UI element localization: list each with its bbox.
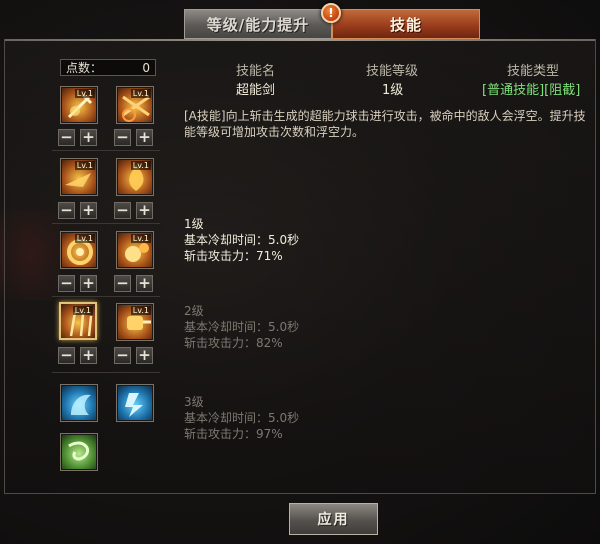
- alert-badge: !: [321, 3, 341, 23]
- whirl-icon: [68, 441, 90, 461]
- level-attack: 斩击攻击力：97%: [184, 427, 283, 441]
- skill-icon-6[interactable]: Lv.1: [116, 231, 154, 269]
- skill-icon-1[interactable]: Lv.1: [60, 86, 98, 124]
- skill-6-plus-button[interactable]: +: [136, 275, 153, 292]
- panel-divider: [5, 39, 595, 41]
- skill-8-minus-button[interactable]: −: [114, 347, 131, 364]
- skill-icon-8[interactable]: Lv.1: [116, 303, 154, 341]
- apply-button[interactable]: 应用: [289, 503, 378, 535]
- skill-name-value: 超能剑: [236, 83, 276, 98]
- skill-icon-9[interactable]: [60, 384, 98, 422]
- skill-type-header: 技能类型: [507, 64, 560, 79]
- skill-icon-5[interactable]: Lv.1: [60, 231, 98, 269]
- shield-dash-icon: [71, 394, 91, 415]
- level-attack: 斩击攻击力：71%: [184, 249, 283, 263]
- skill-description: [A技能]向上斩击生成的超能力球击进行攻击，被命中的敌人会浮空。提升技能等级可增…: [184, 109, 586, 139]
- skill-level-badge: Lv.1: [72, 306, 93, 315]
- skill-name-header: 技能名: [236, 64, 276, 79]
- skill-level-badge: Lv.1: [130, 89, 151, 98]
- level-1-block: 1级 基本冷却时间：5.0秒 斩击攻击力：71%: [184, 216, 299, 264]
- skill-1-minus-button[interactable]: −: [58, 129, 75, 146]
- skill-level-badge: Lv.1: [130, 306, 151, 315]
- level-attack: 斩击攻击力：82%: [184, 336, 283, 350]
- skill-7-plus-button[interactable]: +: [80, 347, 97, 364]
- skill-icon-2[interactable]: Lv.1: [116, 86, 154, 124]
- skill-3-plus-button[interactable]: +: [80, 202, 97, 219]
- skill-1-plus-button[interactable]: +: [80, 129, 97, 146]
- skill-5-minus-button[interactable]: −: [58, 275, 75, 292]
- row-separator: [52, 372, 160, 373]
- level-3-block: 3级 基本冷却时间：5.0秒 斩击攻击力：97%: [184, 394, 299, 442]
- level-cooldown: 基本冷却时间：5.0秒: [184, 411, 300, 425]
- skill-7-minus-button[interactable]: −: [58, 347, 75, 364]
- tab-skills[interactable]: 技能: [332, 9, 480, 39]
- skill-level-value: 1级: [382, 83, 404, 98]
- skill-points-box: 点数： 0: [60, 59, 156, 76]
- skill-icon-11[interactable]: [60, 433, 98, 471]
- level-title: 1级: [184, 217, 204, 231]
- skill-3-minus-button[interactable]: −: [58, 202, 75, 219]
- skill-6-minus-button[interactable]: −: [114, 275, 131, 292]
- skill-4-plus-button[interactable]: +: [136, 202, 153, 219]
- level-title: 3级: [184, 395, 204, 409]
- level-cooldown: 基本冷却时间：5.0秒: [184, 233, 300, 247]
- skill-8-plus-button[interactable]: +: [136, 347, 153, 364]
- level-title: 2级: [184, 304, 204, 318]
- skill-icon-10[interactable]: [116, 384, 154, 422]
- tab-upgrade[interactable]: 等级/能力提升: [184, 9, 332, 39]
- skill-icon-3[interactable]: Lv.1: [60, 158, 98, 196]
- skill-2-plus-button[interactable]: +: [136, 129, 153, 146]
- skill-level-badge: Lv.1: [74, 161, 95, 170]
- skill-icon-4[interactable]: Lv.1: [116, 158, 154, 196]
- skill-level-header: 技能等级: [366, 64, 419, 79]
- points-label: 点数：: [66, 61, 103, 75]
- lightning-icon: [125, 393, 143, 417]
- points-value: 0: [142, 60, 150, 75]
- row-separator: [52, 150, 160, 151]
- row-separator: [52, 296, 160, 297]
- level-2-block: 2级 基本冷却时间：5.0秒 斩击攻击力：82%: [184, 303, 299, 351]
- skill-5-plus-button[interactable]: +: [80, 275, 97, 292]
- row-separator: [52, 223, 160, 224]
- skill-type-value: [普通技能][阻截]: [482, 83, 581, 98]
- level-cooldown: 基本冷却时间：5.0秒: [184, 320, 300, 334]
- skill-2-minus-button[interactable]: −: [114, 129, 131, 146]
- skill-level-badge: Lv.1: [74, 234, 95, 243]
- skill-4-minus-button[interactable]: −: [114, 202, 131, 219]
- skill-level-badge: Lv.1: [130, 234, 151, 243]
- skill-level-badge: Lv.1: [130, 161, 151, 170]
- skill-level-badge: Lv.1: [74, 89, 95, 98]
- skill-icon-7-selected[interactable]: Lv.1: [59, 302, 97, 340]
